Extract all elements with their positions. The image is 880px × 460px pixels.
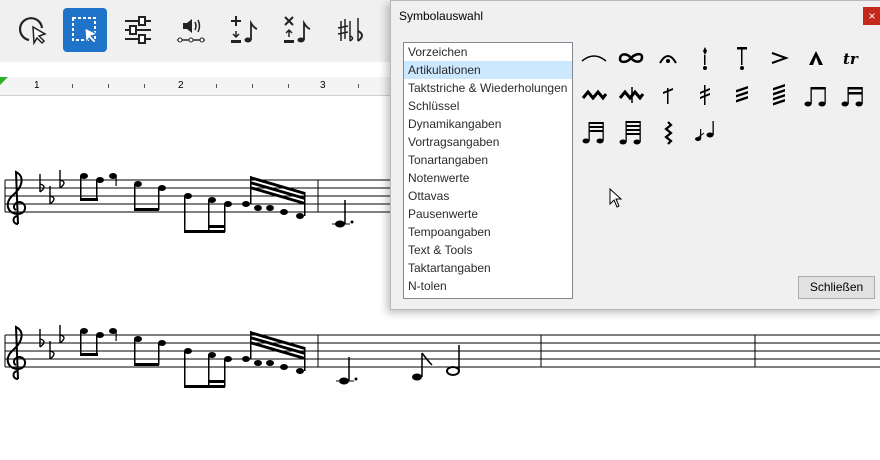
category-item-selected[interactable]: Artikulationen — [404, 61, 572, 79]
tenuto-staccato-icon[interactable] — [724, 41, 760, 75]
ruler-tick — [288, 84, 289, 88]
category-item[interactable]: Text & Tools — [404, 241, 572, 259]
svg-text:tr: tr — [843, 50, 859, 68]
ruler-tick — [358, 84, 359, 88]
accidentals-button[interactable] — [328, 8, 372, 52]
ruler-tick — [72, 84, 73, 88]
selection-rectangle-icon — [72, 17, 99, 45]
marcato-icon[interactable] — [798, 41, 834, 75]
plus-note-icon — [231, 16, 258, 43]
ruler-number-1: 1 — [34, 80, 40, 91]
quad-tremolo-icon[interactable] — [761, 78, 797, 112]
beamed-eighths-icon[interactable] — [798, 78, 834, 112]
category-item[interactable]: Vorzeichen — [404, 43, 572, 61]
turn-icon[interactable] — [613, 41, 649, 75]
staff-system-2[interactable] — [4, 324, 880, 389]
category-item[interactable]: Tonartangaben — [404, 151, 572, 169]
fermata-icon[interactable] — [650, 41, 686, 75]
properties-button[interactable] — [116, 8, 160, 52]
beamed-sixteenths-icon[interactable] — [835, 78, 871, 112]
delete-note-button[interactable] — [275, 8, 319, 52]
category-item[interactable]: Vortragsangaben — [404, 133, 572, 151]
mouse-cursor-icon — [609, 188, 623, 208]
selection-tool-button[interactable] — [63, 8, 107, 52]
trill-icon[interactable]: tr — [835, 41, 871, 75]
double-tremolo-icon[interactable] — [687, 78, 723, 112]
stem-tremolo-icon[interactable] — [650, 78, 686, 112]
ruler-start-marker-icon[interactable] — [0, 77, 10, 87]
symbol-selection-dialog: Symbolauswahl × Vorzeichen Artikulatione… — [390, 0, 880, 310]
category-item[interactable]: Notenwerte — [404, 169, 572, 187]
close-icon[interactable]: × — [863, 7, 880, 25]
dialog-title: Symbolauswahl — [399, 9, 484, 23]
ruler-tick — [144, 84, 145, 88]
cross-note-icon — [284, 16, 311, 43]
sharp-flat-icon — [337, 18, 363, 42]
category-item[interactable]: N-tolen — [404, 277, 572, 295]
beamed-32nds-icon[interactable] — [576, 115, 612, 149]
ruler-tick — [216, 84, 217, 88]
category-item[interactable]: Taktstriche & Wiederholungen — [404, 79, 572, 97]
arpeggio-icon[interactable] — [650, 115, 686, 149]
category-item[interactable]: Taktartangaben — [404, 259, 572, 277]
staccato-accent-icon[interactable] — [687, 41, 723, 75]
triple-tremolo-icon[interactable] — [724, 78, 760, 112]
short-trill-icon[interactable] — [576, 78, 612, 112]
playback-button[interactable] — [169, 8, 213, 52]
close-button[interactable]: Schließen — [798, 276, 875, 299]
category-item[interactable]: Pausenwerte — [404, 205, 572, 223]
ruler-tick — [108, 84, 109, 88]
category-list[interactable]: Vorzeichen Artikulationen Taktstriche & … — [403, 42, 573, 299]
slur-icon[interactable] — [576, 41, 612, 75]
category-item[interactable]: Ottavas — [404, 187, 572, 205]
pointer-lasso-icon — [19, 17, 47, 46]
category-item[interactable]: Schlüssel — [404, 97, 572, 115]
ruler-number-3: 3 — [320, 80, 326, 91]
beamed-64ths-icon[interactable] — [613, 115, 649, 149]
ruler-tick — [252, 84, 253, 88]
ruler-number-2: 2 — [178, 80, 184, 91]
sliders-icon — [125, 16, 151, 44]
category-item[interactable]: Tempoangaben — [404, 223, 572, 241]
mordent-icon[interactable] — [613, 78, 649, 112]
pointer-tool-button[interactable] — [10, 8, 54, 52]
grace-note-icon[interactable] — [687, 115, 723, 149]
category-item[interactable]: Dynamikangaben — [404, 115, 572, 133]
add-note-button[interactable] — [222, 8, 266, 52]
speaker-icon — [177, 19, 205, 43]
accent-icon[interactable] — [761, 41, 797, 75]
